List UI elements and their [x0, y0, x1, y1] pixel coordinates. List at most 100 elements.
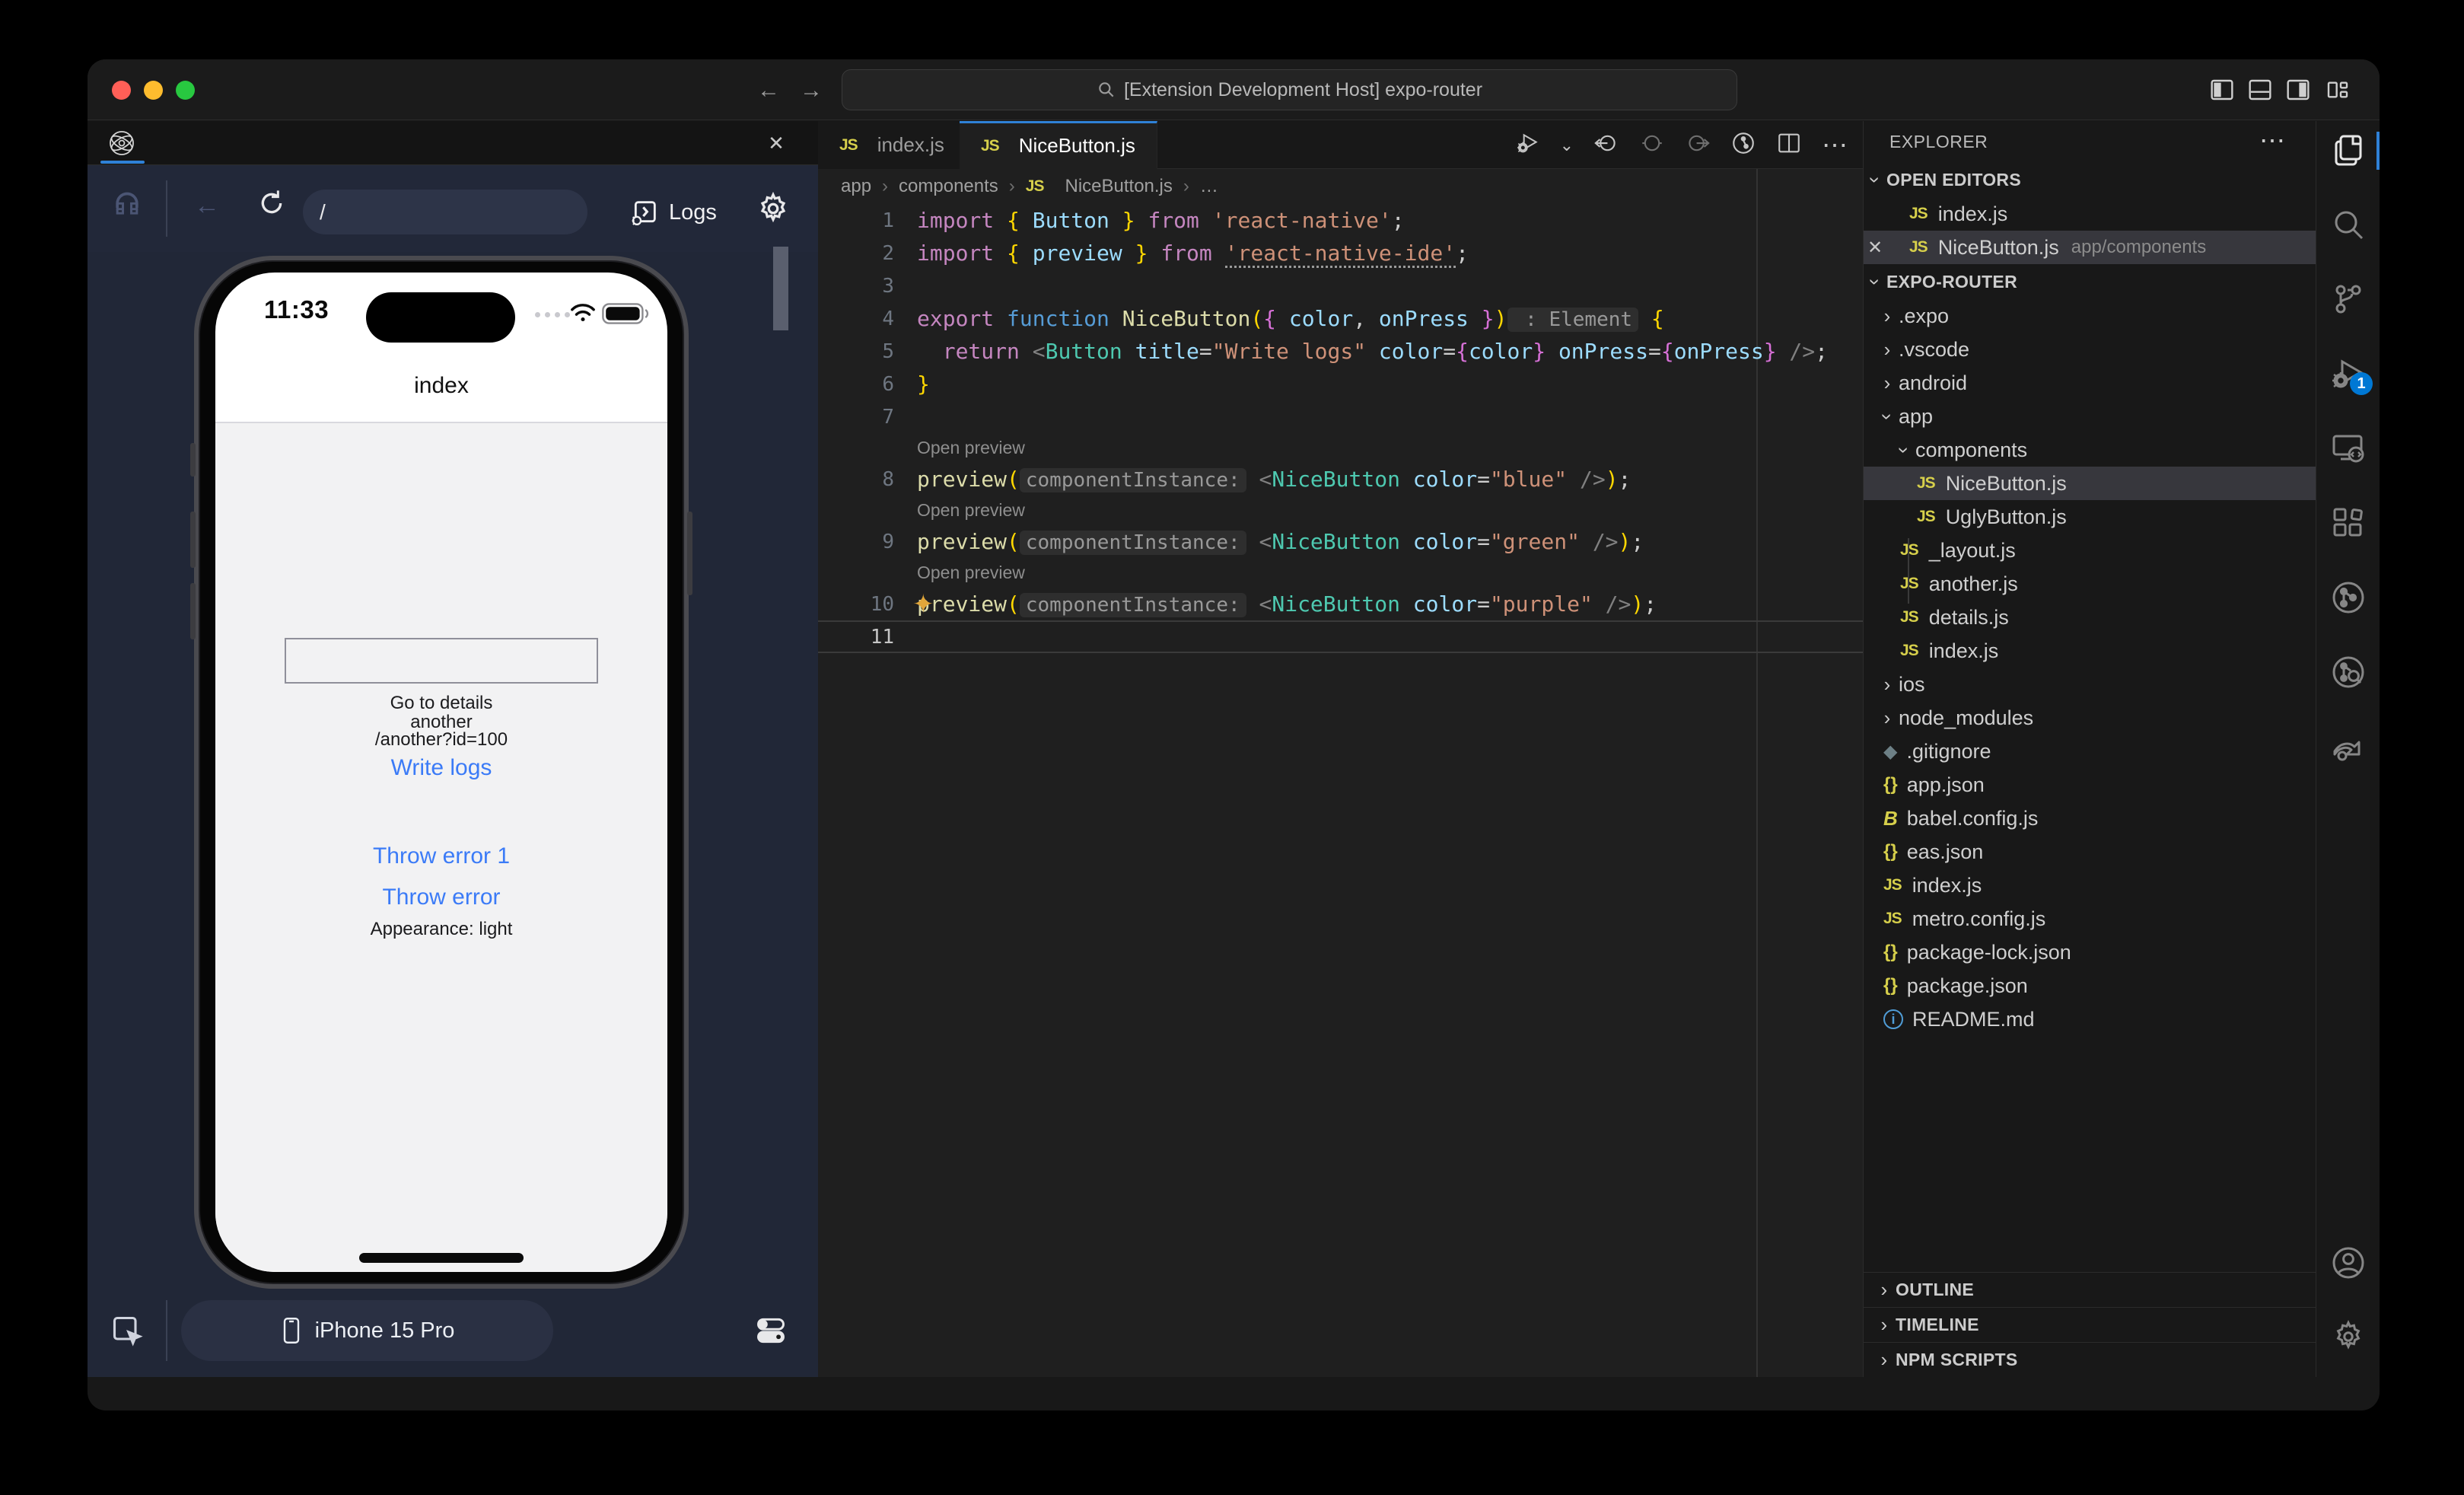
code-line-11[interactable]: 11 — [818, 620, 1863, 653]
settings-gear-icon[interactable] — [756, 191, 791, 226]
code-line-5[interactable]: 5 return <Button title="Write logs" colo… — [818, 335, 1863, 368]
toggle-sidebar-left-icon[interactable] — [2209, 78, 2235, 102]
breadcrumb-item[interactable]: components — [899, 176, 998, 197]
run-dropdown-icon[interactable]: ⌄ — [1560, 135, 1574, 155]
code-line-6[interactable]: 6} — [818, 368, 1863, 400]
nav-back-icon[interactable]: ← — [194, 191, 220, 221]
toggle-sidebar-right-icon[interactable] — [2285, 78, 2311, 102]
activitybar-explorer-icon[interactable] — [2330, 132, 2367, 168]
tree-file-_layout.js[interactable]: JS_layout.js — [1864, 534, 2316, 567]
activitybar-remote-explorer-icon[interactable] — [2330, 430, 2367, 467]
history-forward-icon[interactable]: → — [800, 78, 823, 104]
tree-folder-app[interactable]: ›app — [1864, 400, 2316, 433]
activitybar-account-icon[interactable] — [2330, 1245, 2367, 1281]
tree-file-.gitignore[interactable]: ◆.gitignore — [1864, 735, 2316, 768]
explorer-more-icon[interactable]: ⋯ — [2259, 126, 2285, 156]
expo-preview-tab[interactable] — [98, 121, 145, 165]
text-input[interactable] — [285, 638, 598, 684]
code-line-1[interactable]: 1import { Button } from 'react-native'; — [818, 204, 1863, 237]
nav-forward-icon[interactable] — [1685, 130, 1711, 160]
tree-file-package-lock.json[interactable]: {}package-lock.json — [1864, 936, 2316, 969]
tree-folder-.vscode[interactable]: ›.vscode — [1864, 333, 2316, 366]
activitybar-search-icon[interactable] — [2330, 206, 2367, 243]
breadcrumb-tail[interactable]: … — [1200, 176, 1218, 197]
url-bar[interactable]: / — [303, 190, 587, 234]
codelens-open-preview[interactable]: Open preview — [818, 558, 1863, 588]
customize-layout-icon[interactable] — [2325, 78, 2351, 102]
tree-folder-ios[interactable]: ›ios — [1864, 668, 2316, 701]
command-center[interactable]: [Extension Development Host] expo-router — [842, 69, 1737, 110]
tree-file-package.json[interactable]: {}package.json — [1864, 969, 2316, 1003]
section-outline[interactable]: ›OUTLINE — [1864, 1272, 2316, 1307]
code-line-3[interactable]: 3 — [818, 269, 1863, 302]
editor-tab-NiceButton.js[interactable]: JSNiceButton.js — [960, 121, 1157, 169]
activitybar-source-control-icon[interactable] — [2330, 281, 2367, 317]
code-line-9[interactable]: 9preview(componentInstance: <NiceButton … — [818, 525, 1863, 558]
code-line-4[interactable]: 4export function NiceButton({ color, onP… — [818, 302, 1863, 335]
tree-file-another.js[interactable]: JSanother.js — [1864, 567, 2316, 601]
activitybar-extensions-icon[interactable] — [2330, 505, 2367, 541]
ai-sparkle-icon[interactable]: ✦ — [912, 589, 934, 620]
close-panel-icon[interactable]: ✕ — [763, 130, 789, 156]
close-editor-icon[interactable]: ✕ — [1864, 237, 1886, 259]
appearance-toggles-icon[interactable] — [754, 1314, 788, 1347]
inspect-element-icon[interactable] — [110, 1314, 144, 1347]
breadcrumb[interactable]: app›components›JSNiceButton.js›… — [841, 169, 1218, 204]
activitybar-settings-icon[interactable] — [2330, 1318, 2367, 1355]
codelens-open-preview[interactable]: Open preview — [818, 496, 1863, 525]
section-npm-scripts[interactable]: ›NPM SCRIPTS — [1864, 1342, 2316, 1377]
code-line-10[interactable]: 10preview(componentInstance: <NiceButton… — [818, 588, 1863, 620]
section-open-editors[interactable]: ›OPEN EDITORS — [1864, 162, 2316, 197]
section-project-root[interactable]: ›EXPO-ROUTER — [1864, 264, 2316, 299]
tree-file-UglyButton.js[interactable]: JSUglyButton.js — [1864, 500, 2316, 534]
tree-folder-.expo[interactable]: ›.expo — [1864, 299, 2316, 333]
tree-folder-components[interactable]: ›components — [1864, 433, 2316, 467]
code-area[interactable]: 1import { Button } from 'react-native';2… — [818, 204, 1863, 1377]
section-timeline[interactable]: ›TIMELINE — [1864, 1307, 2316, 1342]
reload-icon[interactable] — [256, 188, 287, 218]
tree-file-app.json[interactable]: {}app.json — [1864, 768, 2316, 802]
tree-folder-android[interactable]: ›android — [1864, 366, 2316, 400]
code-line-8[interactable]: 8preview(componentInstance: <NiceButton … — [818, 463, 1863, 496]
tree-file-metro.config.js[interactable]: JSmetro.config.js — [1864, 902, 2316, 936]
write-logs-button[interactable]: Write logs — [215, 755, 667, 781]
activitybar-run-debug-icon[interactable]: 1 — [2330, 355, 2367, 392]
tree-file-README.md[interactable]: iREADME.md — [1864, 1003, 2316, 1036]
breadcrumb-item[interactable]: NiceButton.js — [1065, 176, 1172, 197]
tree-file-index.js[interactable]: JSindex.js — [1864, 869, 2316, 902]
open-editor-index.js[interactable]: JSindex.js — [1864, 197, 2316, 231]
tree-file-babel.config.js[interactable]: Bbabel.config.js — [1864, 802, 2316, 835]
preview-scrollbar[interactable] — [773, 247, 788, 330]
codelens-open-preview[interactable]: Open preview — [818, 433, 1863, 463]
file-history-icon[interactable] — [1730, 130, 1756, 160]
open-editor-NiceButton.js[interactable]: ✕JSNiceButton.jsapp/components — [1864, 231, 2316, 264]
minimize-window-button[interactable] — [144, 81, 163, 100]
editor-tab-index.js[interactable]: JSindex.js — [818, 121, 966, 169]
code-line-2[interactable]: 2import { preview } from 'react-native-i… — [818, 237, 1863, 269]
history-back-icon[interactable]: ← — [757, 78, 780, 104]
activitybar-gitlens-icon[interactable] — [2330, 579, 2367, 616]
tree-folder-node_modules[interactable]: ›node_modules — [1864, 701, 2316, 735]
activitybar-live-share-icon[interactable] — [2330, 728, 2367, 765]
throw-error-button[interactable]: Throw error — [215, 885, 667, 910]
activitybar-gitlens-search-icon[interactable] — [2330, 654, 2367, 690]
tree-file-eas.json[interactable]: {}eas.json — [1864, 835, 2316, 869]
device-selector-button[interactable]: iPhone 15 Pro — [181, 1300, 553, 1361]
throw-error-1-button[interactable]: Throw error 1 — [215, 843, 667, 869]
maximize-window-button[interactable] — [176, 81, 195, 100]
tree-file-details.js[interactable]: JSdetails.js — [1864, 601, 2316, 634]
more-actions-icon[interactable]: ⋯ — [1822, 130, 1849, 161]
tree-file-index.js[interactable]: JSindex.js — [1864, 634, 2316, 668]
nav-middle-icon[interactable] — [1639, 130, 1665, 160]
code-line-7[interactable]: 7 — [818, 400, 1863, 433]
link-go-to-details[interactable]: Go to details — [215, 693, 667, 714]
element-inspector-icon[interactable] — [110, 190, 144, 223]
logs-button[interactable]: Logs — [629, 193, 717, 232]
link-another-id[interactable]: /another?id=100 — [215, 729, 667, 751]
nav-back-icon[interactable] — [1593, 130, 1619, 160]
breadcrumb-item[interactable]: app — [841, 176, 871, 197]
split-editor-icon[interactable] — [1776, 130, 1802, 160]
run-or-debug-icon[interactable] — [1516, 131, 1540, 159]
close-window-button[interactable] — [112, 81, 131, 100]
tree-file-NiceButton.js[interactable]: JSNiceButton.js — [1864, 467, 2316, 500]
